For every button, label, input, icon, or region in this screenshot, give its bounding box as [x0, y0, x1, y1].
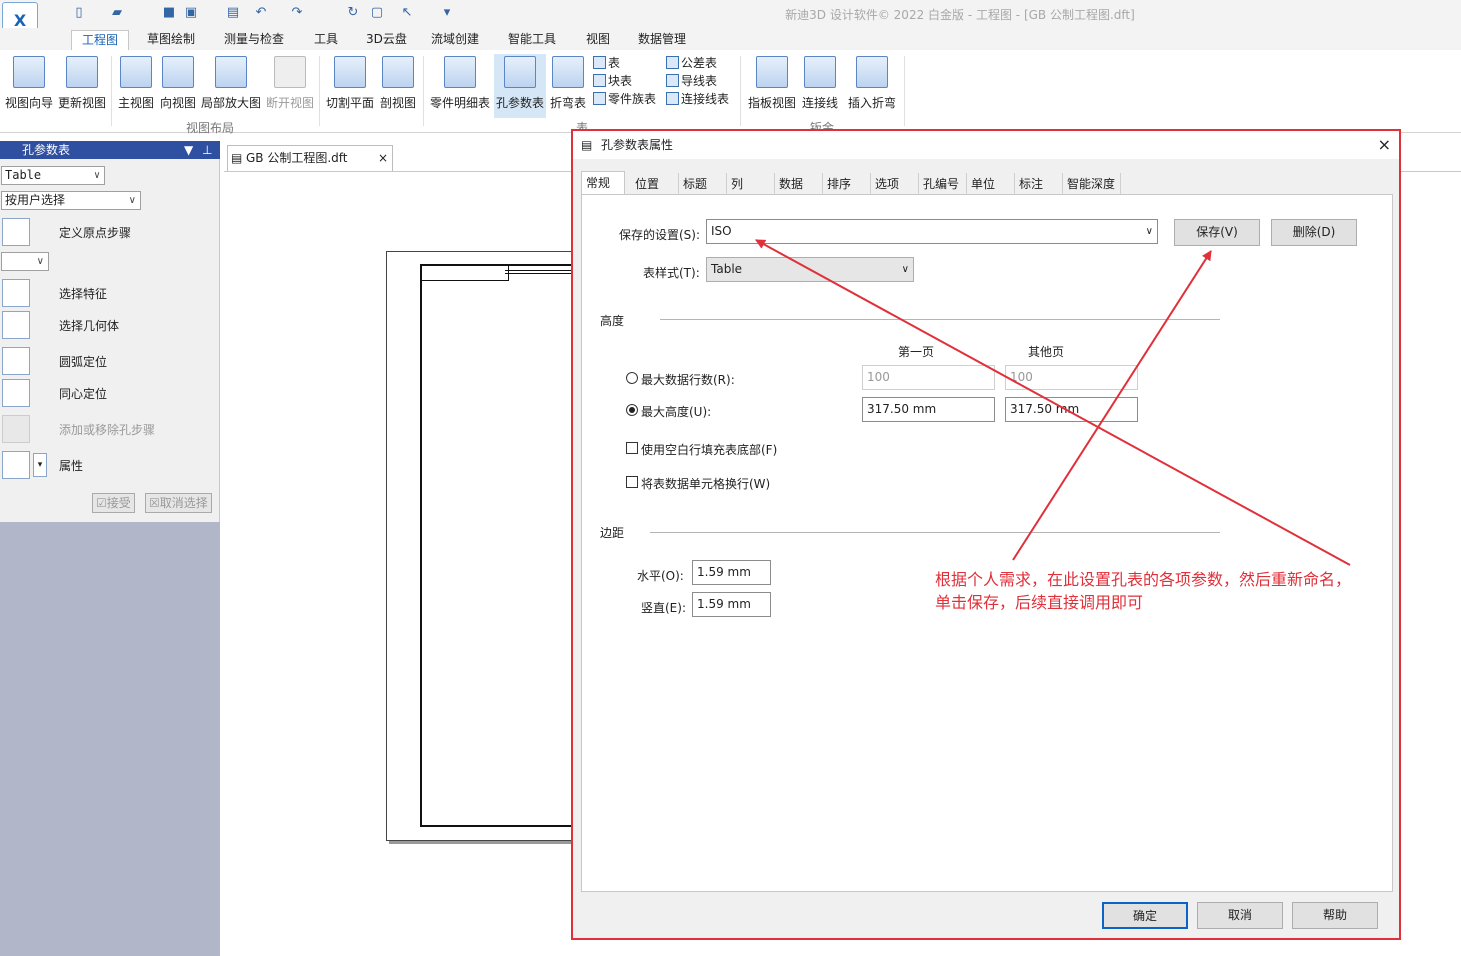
arrow-to-saved-setting	[755, 239, 1351, 566]
annotation-line-2: 单击保存，后续直接调用即可	[935, 593, 1144, 612]
annotation-arrows	[755, 239, 1351, 566]
annotation-text: 根据个人需求，在此设置孔表的各项参数，然后重新命名， 单击保存，后续直接调用即可	[935, 568, 1351, 614]
annotation-line-1: 根据个人需求，在此设置孔表的各项参数，然后重新命名，	[935, 570, 1352, 589]
arrow-to-save-button	[1012, 250, 1212, 561]
